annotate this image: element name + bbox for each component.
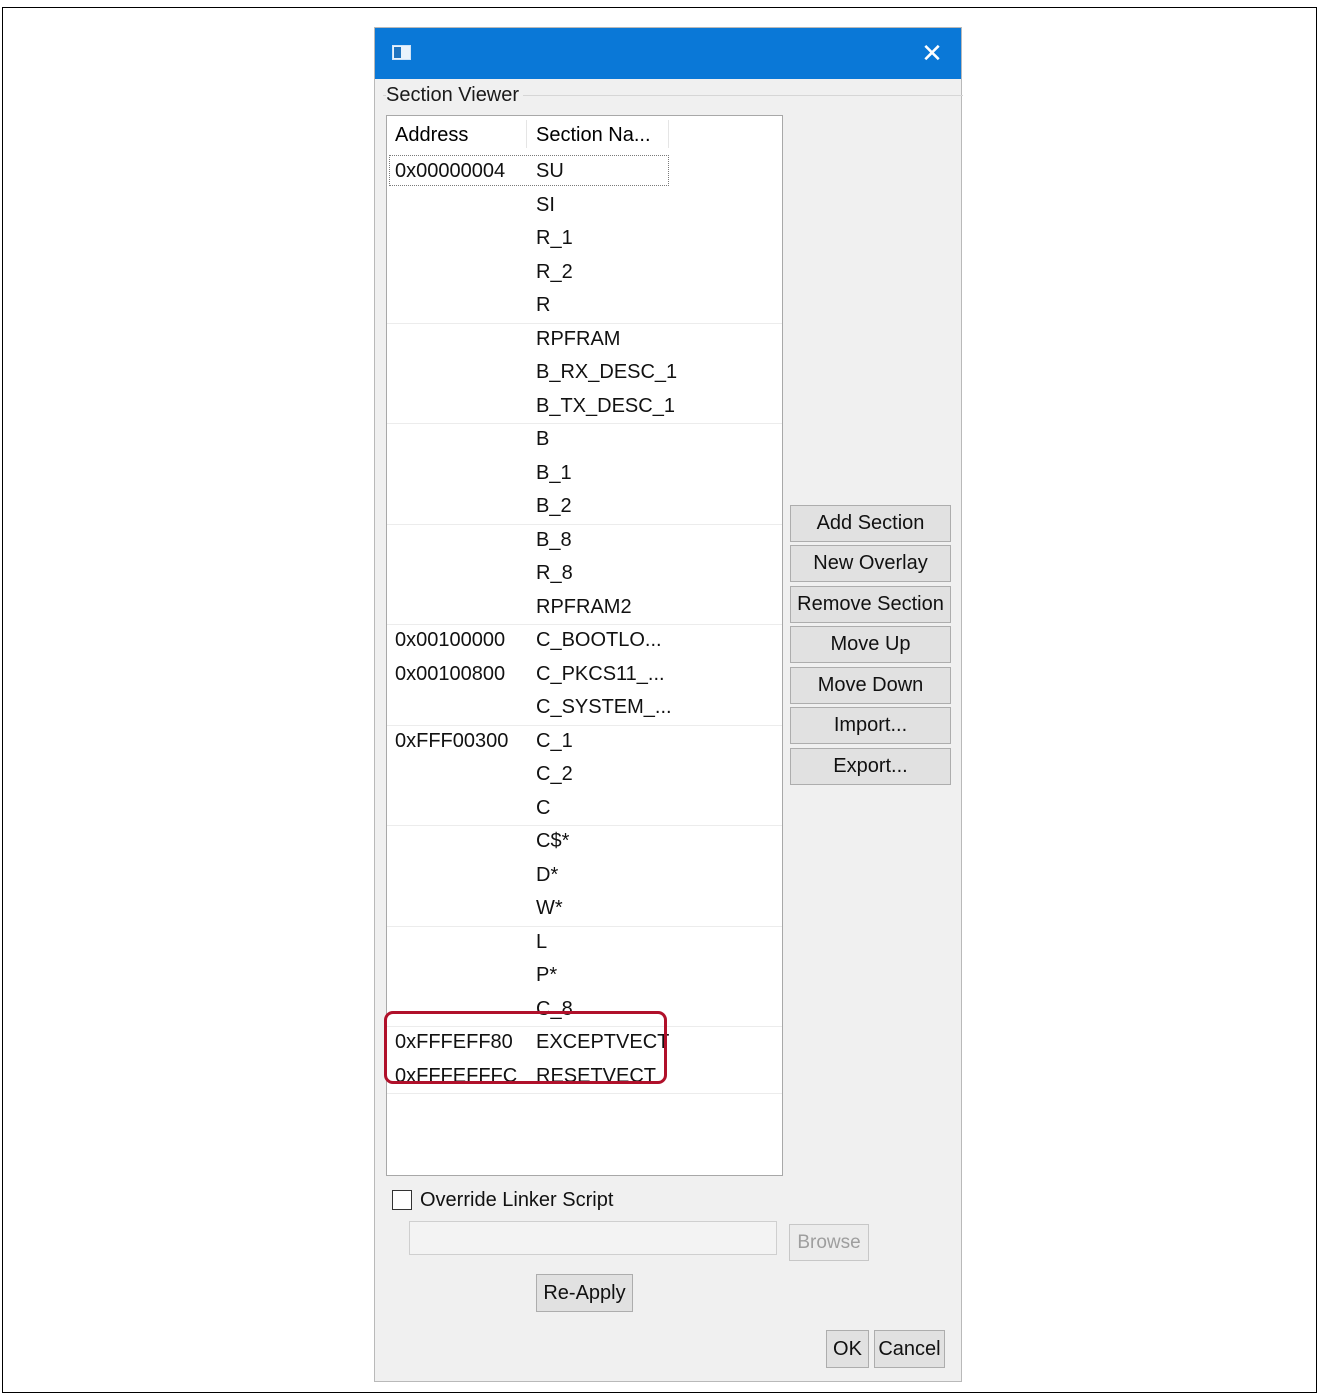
table-row[interactable]: P* <box>387 960 782 994</box>
table-row[interactable]: 0x00100800 C_PKCS11_... <box>387 659 782 693</box>
add-section-button[interactable]: Add Section <box>790 505 951 542</box>
row-section-name: P* <box>536 964 558 986</box>
table-row[interactable]: B_RX_DESC_1 <box>387 357 782 391</box>
column-header-address[interactable]: Address <box>395 124 468 147</box>
column-header-section-name[interactable]: Section Na... <box>536 124 651 147</box>
move-up-button[interactable]: Move Up <box>790 626 951 663</box>
import-button[interactable]: Import... <box>790 707 951 744</box>
table-row[interactable]: B_TX_DESC_1 <box>387 391 782 424</box>
table-row[interactable]: B <box>387 424 782 458</box>
row-section-name: C_1 <box>536 729 573 752</box>
section-viewer-dialog: ✕ Section Viewer Address Section Na... 0… <box>374 27 963 1382</box>
row-section-name: B_1 <box>536 461 572 484</box>
row-address: 0x00000004 <box>395 160 506 182</box>
group-title: Section Viewer <box>386 84 524 107</box>
row-section-name: B <box>536 428 550 450</box>
list-header: Address Section Na... <box>387 116 782 152</box>
row-section-name: W* <box>536 897 563 919</box>
move-down-button[interactable]: Move Down <box>790 667 951 704</box>
column-divider <box>668 120 669 148</box>
row-address: 0x00100000 <box>395 629 506 651</box>
row-section-name: SI <box>536 193 555 216</box>
row-section-name: D* <box>536 863 559 886</box>
ok-button[interactable]: OK <box>826 1330 869 1368</box>
row-section-name: C <box>536 796 551 819</box>
row-section-name: B_2 <box>536 495 572 517</box>
row-section-name: RPFRAM <box>536 327 621 350</box>
table-row[interactable]: C <box>387 793 782 826</box>
table-row[interactable]: 0x00100000 C_BOOTLO... <box>387 625 782 659</box>
row-section-name: R <box>536 294 551 316</box>
table-row[interactable]: R_2 <box>387 257 782 291</box>
table-row[interactable]: RPFRAM <box>387 324 782 358</box>
table-row[interactable]: W* <box>387 893 782 927</box>
row-section-name: C_2 <box>536 763 573 785</box>
row-address: 0xFFF00300 <box>395 729 509 752</box>
table-row[interactable]: B_1 <box>387 458 782 492</box>
cancel-button[interactable]: Cancel <box>874 1330 945 1368</box>
new-overlay-button[interactable]: New Overlay <box>790 545 951 582</box>
column-divider <box>526 120 527 148</box>
table-row[interactable]: 0x00000004 SU <box>387 156 782 190</box>
row-section-name: B_RX_DESC_1 <box>536 361 678 383</box>
table-row[interactable]: C_SYSTEM_... <box>387 692 782 726</box>
row-section-name: C$* <box>536 830 570 852</box>
table-row[interactable]: C$* <box>387 826 782 860</box>
section-list[interactable]: Address Section Na... 0x00000004 SU SI R_… <box>384 115 783 1176</box>
table-row[interactable]: C_2 <box>387 759 782 793</box>
table-row[interactable]: D* <box>387 860 782 894</box>
table-row[interactable]: R_1 <box>387 223 782 257</box>
row-section-name: B_8 <box>536 528 572 551</box>
table-row[interactable]: B_8 <box>387 525 782 559</box>
app-icon <box>392 45 411 60</box>
title-bar: ✕ <box>375 28 961 79</box>
remove-section-button[interactable]: Remove Section <box>790 586 951 623</box>
row-section-name: C_BOOTLO... <box>536 629 662 651</box>
table-row[interactable]: RPFRAM2 <box>387 592 782 625</box>
table-row[interactable]: B_2 <box>387 491 782 525</box>
override-linker-checkbox[interactable] <box>392 1190 412 1210</box>
row-section-name: L <box>536 930 548 953</box>
reapply-button[interactable]: Re-Apply <box>536 1274 633 1312</box>
export-button[interactable]: Export... <box>790 748 951 785</box>
override-linker-label: Override Linker Script <box>420 1189 614 1211</box>
row-section-name: SU <box>536 160 564 182</box>
row-section-name: R_2 <box>536 260 573 283</box>
close-icon[interactable]: ✕ <box>919 40 945 66</box>
row-section-name: R_8 <box>536 562 573 584</box>
row-section-name: C_PKCS11_... <box>536 662 665 685</box>
table-row[interactable]: R <box>387 290 782 324</box>
row-address: 0x00100800 <box>395 662 506 685</box>
row-section-name: C_SYSTEM_... <box>536 696 672 718</box>
list-rows: 0x00000004 SU SI R_1 R_2 R RPFRAM B_RX_DE… <box>387 156 782 1094</box>
linker-script-input[interactable] <box>409 1221 777 1255</box>
browse-button[interactable]: Browse <box>789 1224 869 1261</box>
row-section-name: RPFRAM2 <box>536 595 632 618</box>
table-row[interactable]: SI <box>387 190 782 224</box>
table-row[interactable]: R_8 <box>387 558 782 592</box>
table-row[interactable]: 0xFFF00300 C_1 <box>387 726 782 760</box>
row-section-name: R_1 <box>536 227 573 249</box>
table-row[interactable]: L <box>387 927 782 961</box>
row-section-name: B_TX_DESC_1 <box>536 394 675 417</box>
highlight-box <box>384 1011 667 1084</box>
